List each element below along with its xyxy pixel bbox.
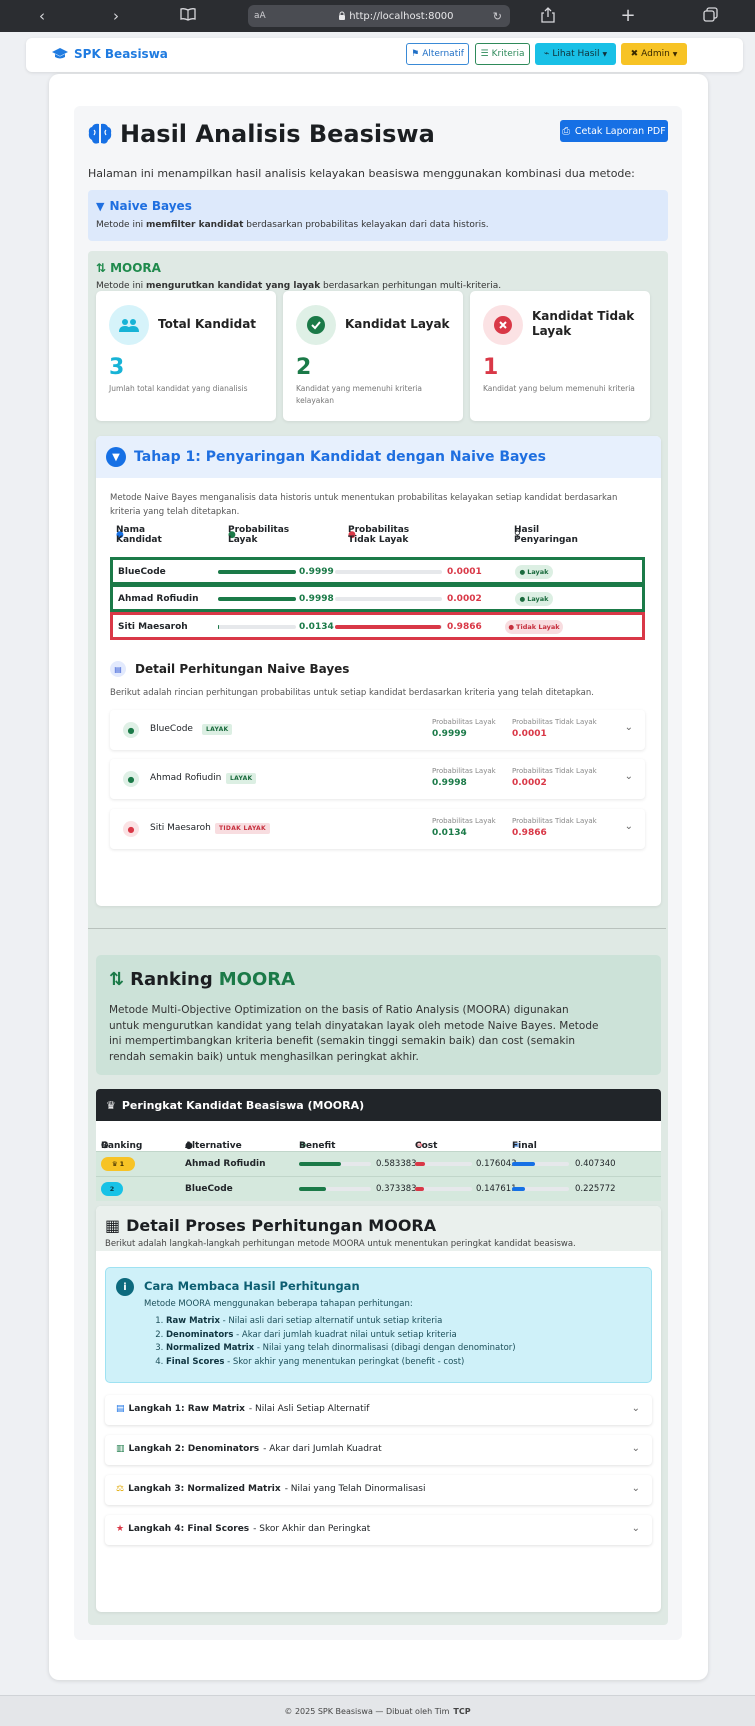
rank-badge: ♛ 1 [101,1157,135,1171]
chevron-down-icon[interactable]: ⌄ [632,1403,640,1414]
crown-icon: ♛ [111,1160,118,1168]
reload-icon[interactable]: ↻ [493,10,502,23]
check-circle-icon [296,305,336,345]
sort-icon: ⇅ [96,261,107,275]
printer-icon: ⎙ [562,125,570,137]
brain-icon [88,123,112,144]
chevron-down-icon[interactable]: ⌄ [632,1483,640,1494]
naive-bayes-detail-title: ▤ Detail Perhitungan Naive Bayes [110,661,349,677]
status-badge: ● Layak [515,592,553,606]
sort-icon: ⇅ [109,969,125,990]
chart-icon: ⌁ [543,49,550,59]
naive-bayes-info: ▼ Naive Bayes Metode ini memfilter kandid… [88,190,668,241]
top-navbar: SPK Beasiswa ⚑ Alternatif ☰ Kriteria ⌁ Liha… [26,38,743,72]
ranking-moora-intro: ⇅ Ranking MOORA Metode Multi-Objective Opt… [96,955,661,1075]
filter-icon: ▼ [106,447,126,467]
tahap1-card: ▼ Tahap 1: Penyaringan Kandidat dengan N… [96,436,661,906]
alternatif-nav-button[interactable]: ⚑ Alternatif [406,43,469,65]
footer: © 2025 SPK Beasiswa — Dibuat oleh Tim TCP [0,1695,755,1726]
chevron-down-icon[interactable]: ⌄ [632,1523,640,1534]
book-icon[interactable] [178,7,198,25]
trophy-icon: ♛ [106,1098,116,1112]
status-badge: ● Tidak Layak [505,620,563,634]
calculator-icon: ▥ [116,1444,125,1454]
ranking-table-header: ✪Ranking ●Alternative ⊕Benefit Score ⊖Co… [96,1121,661,1161]
step-denominators[interactable]: ▥ Langkah 2: Denominators - Akar dari Juml… [105,1435,652,1465]
status-badge: LAYAK [202,724,233,735]
kriteria-nav-button[interactable]: ☰ Kriteria [475,43,530,65]
table-icon: ▤ [116,1404,125,1414]
balance-icon: ⚖ [116,1484,125,1494]
rank-badge: 2 [101,1182,123,1196]
users-icon [109,305,149,345]
x-circle-icon [483,305,523,345]
chevron-down-icon[interactable]: ⌄ [625,722,633,733]
status-badge: ● Layak [515,565,553,579]
chevron-down-icon[interactable]: ⌄ [625,771,633,782]
info-alert: i Cara Membaca Hasil Perhitungan Metode … [105,1267,652,1383]
project-diagram-icon: ▦ [105,1216,121,1235]
info-icon: i [116,1278,134,1296]
intro-text: Halaman ini menampilkan hasil analisis k… [88,167,635,180]
user-icon: ● [123,722,139,738]
chevron-down-icon[interactable]: ⌄ [632,1443,640,1454]
naive-bayes-table-header: ● Nama Kandidat ● Probabilitas Layak ● Prob… [116,525,578,545]
ranking-row: 2 BlueCode 0.373383 0.147611 0.225772 [96,1176,661,1201]
stat-tidak-layak: Kandidat Tidak Layak 1 Kandidat yang bel… [470,291,650,421]
accordion-item[interactable]: ● BlueCode LAYAK Probabilitas Layak 0.99… [110,710,645,750]
tools-icon: ✖ [630,49,639,59]
results-panel: Hasil Analisis Beasiswa ⎙ Cetak Laporan P… [74,106,682,1640]
browser-toolbar: ‹ › aA http://localhost:8000 ↻ + [0,0,755,32]
graduation-cap-icon [52,48,68,59]
print-pdf-button[interactable]: ⎙ Cetak Laporan PDF [560,120,668,142]
candidate-row: Siti Maesaroh 0.0134 0.9866 ● Tidak Layak [110,612,645,640]
brand-link[interactable]: SPK Beasiswa [52,47,168,61]
candidate-row: Ahmad Rofiudin 0.9998 0.0002 ● Layak [110,584,645,612]
stat-layak: Kandidat Layak 2 Kandidat yang memenuhi … [283,291,463,421]
ranking-row: ♛ 1 Ahmad Rofiudin 0.583383 0.176043 0.40… [96,1151,661,1176]
trophy-icon: ⚑ [411,49,420,59]
page-title: Hasil Analisis Beasiswa [88,120,435,148]
stat-total: Total Kandidat 3 Jumlah total kandidat y… [96,291,276,421]
back-icon[interactable]: ‹ [32,7,52,25]
address-bar[interactable]: aA http://localhost:8000 ↻ [248,5,510,27]
divider [88,928,666,929]
forward-icon[interactable]: › [106,7,126,25]
accordion-item[interactable]: ● Siti Maesaroh TIDAK LAYAK Probabilitas… [110,809,645,849]
caret-down-icon: ▼ [672,50,678,58]
admin-dropdown[interactable]: ✖ Admin ▼ [621,43,687,65]
candidate-row: BlueCode 0.9999 0.0001 ● Layak [110,557,645,585]
user-icon: ● [123,821,139,837]
moora-detail-card: ▦ Detail Proses Perhitungan MOORA Berikut… [96,1206,661,1612]
lock-icon [339,11,345,20]
ranking-table-title: ♛ Peringkat Kandidat Beasiswa (MOORA) [96,1089,661,1121]
star-icon: ★ [116,1524,125,1534]
url-text: http://localhost:8000 [338,11,454,22]
list-icon: ☰ [480,49,489,59]
status-badge: TIDAK LAYAK [215,823,270,834]
calculator-icon: ▤ [110,661,126,677]
user-icon: ● [123,771,139,787]
filter-icon: ▼ [96,199,105,213]
text-size-button[interactable]: aA [254,11,266,21]
share-icon[interactable] [538,7,558,27]
chevron-down-icon[interactable]: ⌄ [625,821,633,832]
caret-down-icon: ▼ [602,50,608,58]
moora-section: ⇅ MOORA Metode ini mengurutkan kandidat y… [88,251,668,1625]
accordion-item[interactable]: ● Ahmad Rofiudin LAYAK Probabilitas Laya… [110,759,645,799]
main-container: Hasil Analisis Beasiswa ⎙ Cetak Laporan P… [49,74,708,1680]
step-final-scores[interactable]: ★ Langkah 4: Final Scores - Skor Akhir dan… [105,1515,652,1545]
step-normalized-matrix[interactable]: ⚖ Langkah 3: Normalized Matrix - Nilai yan… [105,1475,652,1505]
step-raw-matrix[interactable]: ▤ Langkah 1: Raw Matrix - Nilai Asli Setia… [105,1395,652,1425]
lihat-hasil-dropdown[interactable]: ⌁ Lihat Hasil ▼ [535,43,616,65]
new-tab-icon[interactable]: + [618,7,638,25]
tabs-icon[interactable] [700,7,720,26]
status-badge: LAYAK [226,773,257,784]
